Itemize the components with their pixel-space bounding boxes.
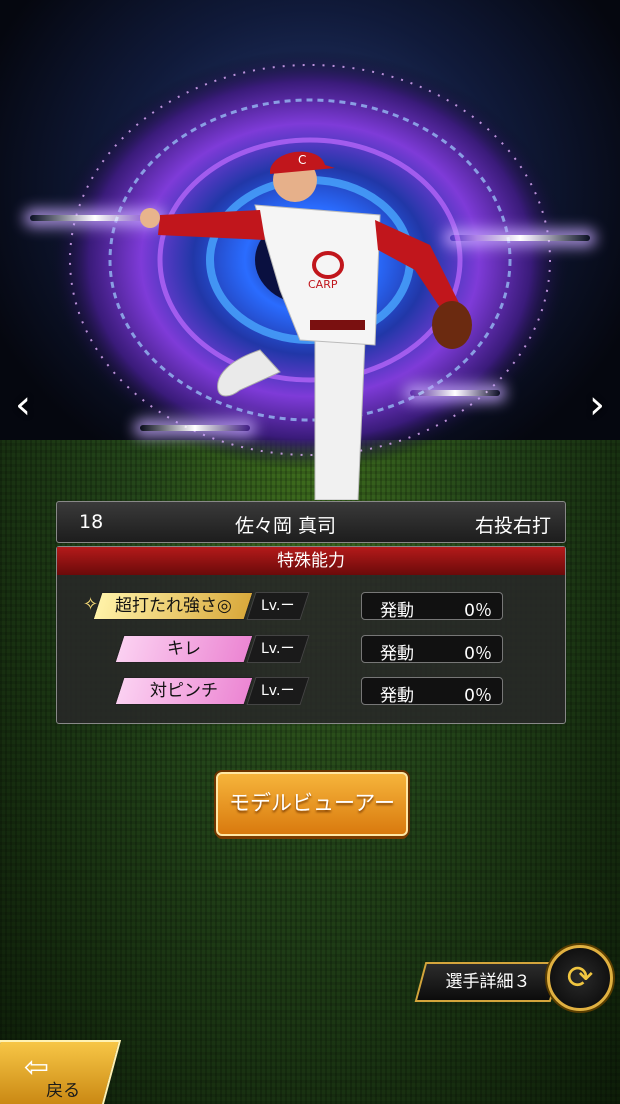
ability-name-badge: 対ピンチ: [114, 677, 254, 705]
ability-name: 超打たれ強さ◎: [114, 596, 232, 616]
next-player-arrow[interactable]: ›: [582, 380, 612, 430]
activation-label: 発動: [380, 601, 414, 621]
back-arrow-icon: ⇦: [23, 1050, 49, 1085]
activation-percent: 0％: [464, 644, 492, 664]
svg-text:C: C: [298, 153, 306, 167]
player-info-bar: 18 佐々岡 真司 右投右打: [56, 501, 566, 543]
player-detail-label: 選手詳細３: [445, 972, 531, 992]
activation-label: 発動: [380, 644, 414, 664]
player-throw-bat: 右投右打: [474, 515, 551, 537]
ability-name: キレ: [167, 639, 201, 659]
special-abilities-panel: 特殊能力 超打たれ強さ◎ ✧ Lv.ー 発動 0％ キレ Lv.ー 発動 0％: [56, 546, 566, 724]
back-button[interactable]: ⇦ 戻る: [0, 1040, 122, 1104]
ability-activation: 発動 0％: [361, 592, 503, 621]
ability-activation: 発動 0％: [361, 635, 503, 664]
activation-percent: 0％: [464, 686, 492, 706]
ability-name-badge: 超打たれ強さ◎: [92, 592, 254, 620]
ability-activation: 発動 0％: [361, 677, 503, 706]
abilities-header: 特殊能力: [57, 547, 565, 575]
player-name: 佐々岡 真司: [235, 515, 337, 537]
game-screen: C CARP ‹ › 18 佐々岡 真司 右投右打 特殊能力 超打たれ強さ◎ ✧…: [0, 0, 620, 1104]
player-detail-button[interactable]: 選手詳細３: [414, 962, 562, 1002]
svg-text:CARP: CARP: [308, 278, 338, 291]
prev-player-arrow[interactable]: ‹: [8, 380, 38, 430]
ability-name: 対ピンチ: [150, 681, 218, 701]
player-number: 18: [79, 511, 104, 533]
player-figure: C CARP: [140, 151, 472, 500]
ability-row[interactable]: キレ Lv.ー 発動 0％: [57, 635, 565, 664]
ability-row[interactable]: 対ピンチ Lv.ー 発動 0％: [57, 677, 565, 706]
ability-level: Lv.ー: [246, 635, 310, 663]
refresh-icon[interactable]: ⟳: [547, 945, 613, 1011]
ability-row[interactable]: 超打たれ強さ◎ ✧ Lv.ー 発動 0％: [57, 592, 565, 621]
sparkle-icon: ✧: [83, 594, 99, 615]
ability-name-badge: キレ: [114, 635, 254, 663]
ability-level: Lv.ー: [246, 677, 310, 705]
model-viewer-button[interactable]: モデルビューアー: [216, 772, 408, 836]
activation-label: 発動: [380, 686, 414, 706]
ability-level: Lv.ー: [246, 592, 310, 620]
back-label: 戻る: [46, 1081, 81, 1101]
activation-percent: 0％: [464, 601, 492, 621]
